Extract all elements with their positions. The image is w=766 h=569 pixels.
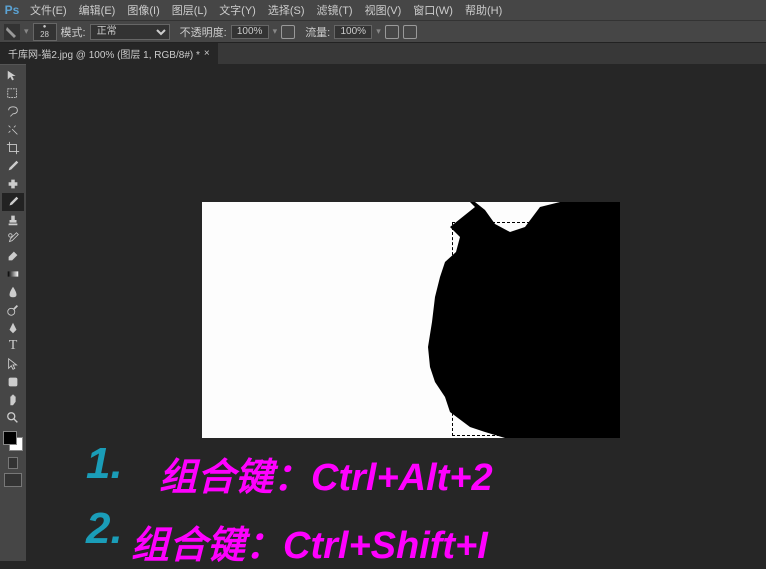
menu-select[interactable]: 选择(S) — [262, 2, 311, 18]
pressure-size-icon[interactable] — [403, 25, 417, 39]
marching-ants-selection — [452, 222, 620, 436]
wand-tool[interactable] — [2, 121, 24, 139]
blur-tool[interactable] — [2, 283, 24, 301]
annotation-number-1: 1. — [86, 439, 123, 489]
shape-tool[interactable] — [2, 373, 24, 391]
workspace: T 1. 组合键：Ctrl+Alt+2 2. 组合键：Ctrl+Shift+I — [0, 64, 766, 561]
opacity-input[interactable] — [231, 25, 269, 39]
document-canvas[interactable] — [202, 202, 620, 438]
mode-select[interactable]: 正常 — [90, 24, 170, 40]
move-tool[interactable] — [2, 67, 24, 85]
document-tab[interactable]: 千库网-猫2.jpg @ 100% (图层 1, RGB/8#) * × — [0, 43, 218, 64]
airbrush-icon[interactable] — [385, 25, 399, 39]
stamp-tool[interactable] — [2, 211, 24, 229]
menu-filter[interactable]: 滤镜(T) — [311, 2, 359, 18]
menu-type[interactable]: 文字(Y) — [213, 2, 262, 18]
menu-file[interactable]: 文件(E) — [24, 2, 73, 18]
zoom-tool[interactable] — [2, 409, 24, 427]
canvas-area[interactable]: 1. 组合键：Ctrl+Alt+2 2. 组合键：Ctrl+Shift+I — [26, 64, 766, 561]
ps-logo: Ps — [0, 0, 24, 20]
dropdown-icon[interactable]: ▾ — [376, 26, 381, 37]
dropdown-icon[interactable]: ▾ — [273, 26, 278, 37]
eraser-tool[interactable] — [2, 247, 24, 265]
menu-help[interactable]: 帮助(H) — [459, 2, 508, 18]
toolbox: T — [0, 64, 26, 561]
tool-preset-icon[interactable] — [4, 24, 20, 40]
crop-tool[interactable] — [2, 139, 24, 157]
quick-mask-toggle[interactable] — [8, 457, 18, 469]
color-swatches[interactable] — [3, 431, 23, 451]
close-icon[interactable]: × — [204, 48, 210, 59]
marquee-tool[interactable] — [2, 85, 24, 103]
hand-tool[interactable] — [2, 391, 24, 409]
dropdown-icon[interactable]: ▾ — [24, 26, 29, 37]
mode-label: 模式: — [61, 24, 86, 40]
opacity-label: 不透明度: — [180, 24, 227, 40]
dodge-tool[interactable] — [2, 301, 24, 319]
annotation-shortcut-1: 组合键：Ctrl+Alt+2 — [159, 446, 493, 501]
brush-tool[interactable] — [2, 193, 24, 211]
foreground-color-swatch[interactable] — [3, 431, 17, 445]
menu-window[interactable]: 窗口(W) — [407, 2, 459, 18]
flow-input[interactable] — [334, 25, 372, 39]
eyedropper-tool[interactable] — [2, 157, 24, 175]
brush-size-value: 28 — [40, 30, 49, 39]
optionsbar: ▾ ● 28 模式: 正常 不透明度: ▾ 流量: ▾ — [0, 20, 766, 42]
type-tool[interactable]: T — [2, 337, 24, 355]
flow-label: 流量: — [305, 24, 330, 40]
screen-mode-toggle[interactable] — [4, 473, 22, 487]
menubar: Ps 文件(E) 编辑(E) 图像(I) 图层(L) 文字(Y) 选择(S) 滤… — [0, 0, 766, 20]
menu-layer[interactable]: 图层(L) — [166, 2, 213, 18]
history-brush-tool[interactable] — [2, 229, 24, 247]
pressure-opacity-icon[interactable] — [281, 25, 295, 39]
annotation-number-2: 2. — [86, 504, 123, 554]
lasso-tool[interactable] — [2, 103, 24, 121]
menu-edit[interactable]: 编辑(E) — [73, 2, 122, 18]
menu-image[interactable]: 图像(I) — [121, 2, 165, 18]
brush-preview[interactable]: ● 28 — [33, 23, 57, 41]
heal-tool[interactable] — [2, 175, 24, 193]
menu-view[interactable]: 视图(V) — [359, 2, 408, 18]
gradient-tool[interactable] — [2, 265, 24, 283]
pen-tool[interactable] — [2, 319, 24, 337]
tab-title: 千库网-猫2.jpg @ 100% (图层 1, RGB/8#) * — [8, 46, 200, 61]
tabbar: 千库网-猫2.jpg @ 100% (图层 1, RGB/8#) * × — [0, 42, 766, 64]
path-select-tool[interactable] — [2, 355, 24, 373]
